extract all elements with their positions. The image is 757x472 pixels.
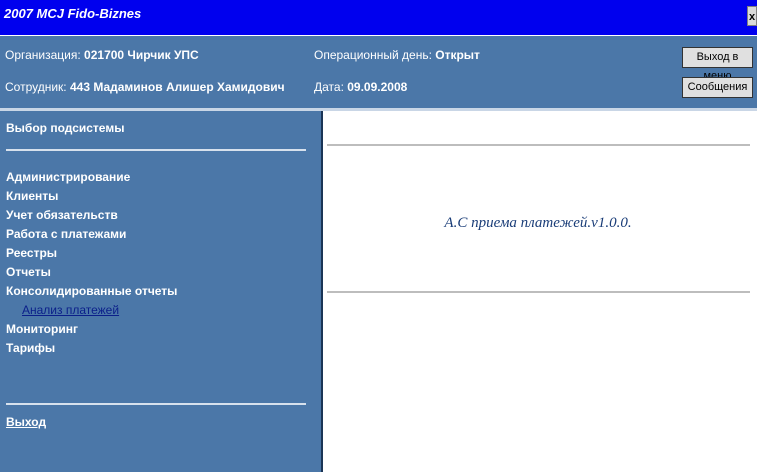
sidebar-menu: Администрирование Клиенты Учет обязатель… [6, 168, 177, 358]
employee-value: 443 Мадаминов Алишер Хамидович [69, 80, 285, 94]
messages-button[interactable]: Сообщения [682, 77, 753, 98]
main-content: А.С приема платежей.v1.0.0. [323, 111, 757, 472]
operational-day-value: Открыт [435, 48, 480, 62]
sidebar-item-reports[interactable]: Отчеты [6, 263, 177, 282]
sidebar-item-tariffs[interactable]: Тарифы [6, 339, 177, 358]
app-version-text: А.С приема платежей.v1.0.0. [444, 215, 632, 231]
sidebar-header: Выбор подсистемы [6, 121, 125, 135]
info-row-organization: Организация: 021700 Чирчик УПС Операцион… [0, 46, 690, 68]
content-divider-top [327, 144, 750, 146]
organization-value: 021700 Чирчик УПС [84, 48, 199, 62]
sidebar-divider-top [6, 149, 306, 151]
sidebar-item-clients[interactable]: Клиенты [6, 187, 177, 206]
sidebar-exit-link[interactable]: Выход [6, 415, 46, 429]
app-window: 2007 MCJ Fido-Biznes x Организация: 0217… [0, 0, 757, 472]
sidebar-item-consolidated-reports[interactable]: Консолидированные отчеты [6, 282, 177, 301]
employee-label: Сотрудник: [5, 80, 70, 94]
sidebar-item-monitoring[interactable]: Мониторинг [6, 320, 177, 339]
exit-to-menu-button[interactable]: Выход в меню [682, 47, 753, 82]
sidebar-item-registers[interactable]: Реестры [6, 244, 177, 263]
sidebar-item-obligations[interactable]: Учет обязательств [6, 206, 177, 225]
date-value: 09.09.2008 [347, 80, 408, 94]
sidebar-item-payments[interactable]: Работа с платежами [6, 225, 177, 244]
organization-label: Организация: [5, 48, 85, 62]
content-divider-bottom [327, 291, 750, 293]
sidebar-item-administration[interactable]: Администрирование [6, 168, 177, 187]
info-row-employee: Сотрудник: 443 Мадаминов Алишер Хамидови… [0, 78, 690, 100]
date-label: Дата: [314, 80, 348, 94]
sidebar-subitem-payment-analysis[interactable]: Анализ платежей [6, 301, 177, 320]
sidebar-divider-bottom [6, 403, 306, 405]
window-title: 2007 MCJ Fido-Biznes [4, 6, 142, 21]
title-bar: 2007 MCJ Fido-Biznes x [0, 0, 757, 35]
sidebar: Выбор подсистемы Администрирование Клиен… [0, 111, 323, 472]
close-button[interactable]: x [747, 6, 757, 26]
operational-day-label: Операционный день: [314, 48, 436, 62]
info-panel: Организация: 021700 Чирчик УПС Операцион… [0, 36, 757, 111]
